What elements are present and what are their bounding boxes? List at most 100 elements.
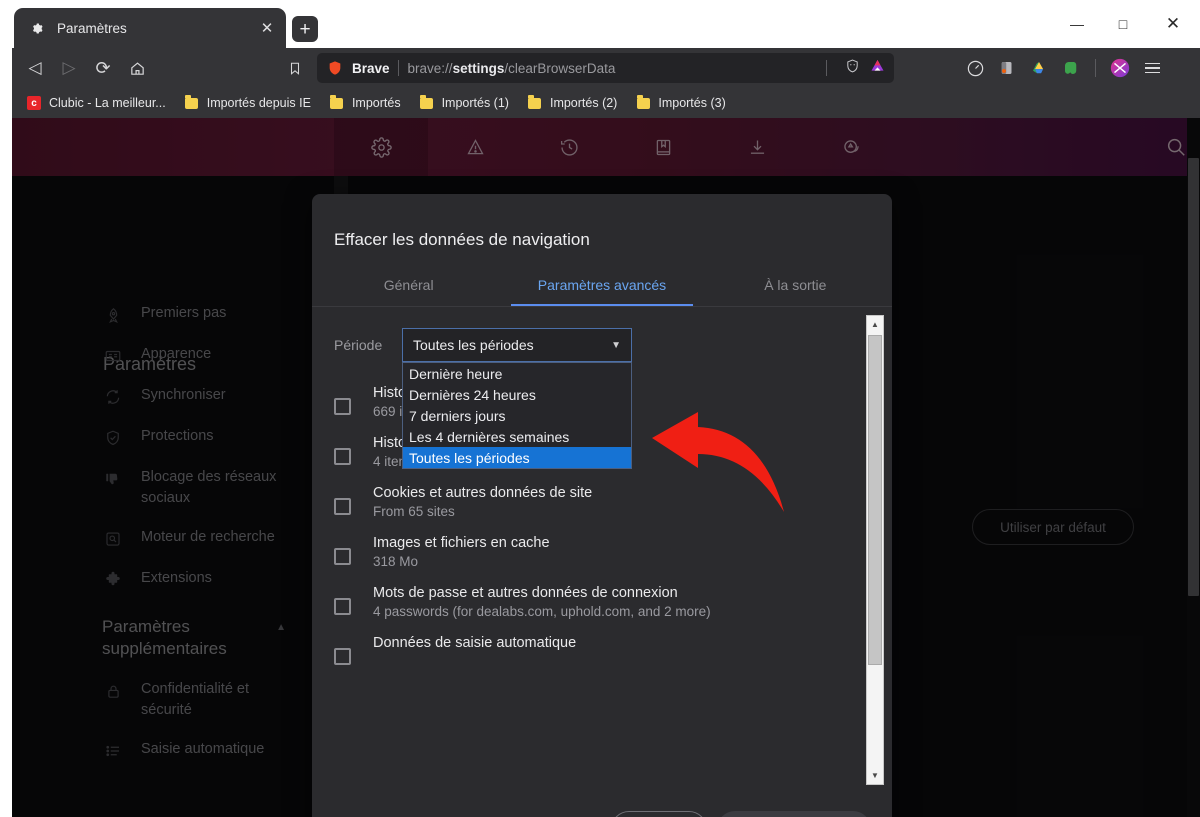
dialog-title: Effacer les données de navigation [334,230,590,249]
browser-tab-settings[interactable]: Paramètres ✕ [14,8,286,48]
window-controls: — □ ✕ [1054,0,1200,48]
time-range-row: Période Toutes les périodes ▼ [334,328,632,362]
folder-icon [329,95,345,111]
bookmark-item-clubic[interactable]: c Clubic - La meilleur... [18,91,174,115]
bookmark-star-icon[interactable] [278,51,312,85]
dialog-footer: Annuler Effacer les données [312,794,892,817]
title-bar: Paramètres ✕ + — □ ✕ [0,0,1200,48]
dialog-tabs: Général Paramètres avancés À la sortie [312,264,892,306]
item-title: Images et fichiers en cache [373,535,550,551]
bookmark-label: Importés depuis IE [206,96,311,110]
navigation-buttons: ◁ ▷ ⟳ [18,48,154,88]
tab-a-la-sortie[interactable]: À la sortie [699,264,892,306]
dialog-scrollbar-thumb[interactable] [868,335,882,665]
checkbox-historique-telechargements[interactable] [334,448,351,465]
cancel-button[interactable]: Annuler [611,811,707,817]
profile-avatar-icon[interactable] [1107,55,1133,81]
settings-page: ▶ ▶ Utiliser par défaut Utiliser les pag… [12,118,1200,817]
bookmarks-bar: c Clubic - La meilleur... Importés depui… [12,88,1200,118]
folder-icon [419,95,435,111]
scroll-down-button[interactable]: ▼ [867,767,883,784]
google-drive-icon[interactable] [1026,55,1052,81]
time-range-label: Période [334,337,383,353]
navigation-toolbar: ◁ ▷ ⟳ Brave brave://settings/clearBrowse [12,48,1200,88]
close-icon[interactable]: ✕ [256,17,278,39]
item-subtitle: From 65 sites [373,504,455,519]
tab-title: Paramètres [57,20,127,36]
clear-data-button[interactable]: Effacer les données [717,811,871,817]
omnibox-url: brave://settings/clearBrowserData [408,61,616,76]
time-range-dropdown-options[interactable]: Dernière heure Dernières 24 heures 7 der… [402,362,632,469]
url-bold: settings [452,60,505,76]
back-icon[interactable]: ◁ [18,51,52,85]
item-title: Mots de passe et autres données de conne… [373,585,678,601]
time-range-value: Toutes les périodes [413,337,534,353]
bookmark-label: Importés (3) [658,96,726,110]
bookmark-folder-importes[interactable]: Importés [321,91,409,115]
item-subtitle: 4 passwords (for dealabs.com, uphold.com… [373,604,711,619]
home-icon[interactable] [120,51,154,85]
checkbox-historique-navigation[interactable] [334,398,351,415]
list-item[interactable]: Mots de passe et autres données de conne… [312,577,864,627]
bookmark-label: Importés (2) [549,96,618,110]
checkbox-cookies[interactable] [334,498,351,515]
scroll-up-button[interactable]: ▲ [867,316,883,333]
tab-parametres-avances[interactable]: Paramètres avancés [505,264,698,306]
folder-icon [635,95,651,111]
bookmark-folder-importes-3[interactable]: Importés (3) [627,91,733,115]
window-close-button[interactable]: ✕ [1146,0,1200,48]
brave-rewards-icon[interactable] [869,58,886,79]
bookmark-folder-importes-1[interactable]: Importés (1) [411,91,517,115]
omnibox-divider [397,60,399,76]
item-title: Données de saisie automatique [373,635,577,651]
maximize-button[interactable]: □ [1100,0,1146,48]
tab-general[interactable]: Général [312,264,505,306]
bookmark-label: Importés (1) [441,96,509,110]
folder-icon [527,95,543,111]
clear-browsing-data-dialog: Effacer les données de navigation Généra… [312,194,892,817]
checkbox-cache[interactable] [334,548,351,565]
checkbox-saisie-automatique[interactable] [334,648,351,665]
omnibox-divider-2 [826,60,827,76]
forward-icon[interactable]: ▷ [52,51,86,85]
omnibox-brand-label: Brave [352,60,390,76]
gear-icon [28,20,45,37]
folder-icon [184,95,200,111]
hamburger-menu-icon[interactable] [1139,55,1165,81]
url-prefix: brave:// [407,60,453,76]
bookmark-label: Clubic - La meilleur... [49,96,166,110]
bookmark-label: Importés [351,96,401,110]
item-subtitle: 318 Mo [373,554,419,569]
dialog-scrollbar[interactable]: ▲ ▼ [866,315,884,785]
list-item[interactable]: Données de saisie automatique [312,627,864,673]
dialog-body: Période Toutes les périodes ▼ Historique… [312,307,892,794]
time-range-select[interactable]: Toutes les périodes ▼ [402,328,632,362]
speedometer-icon[interactable] [962,55,988,81]
reload-icon[interactable]: ⟳ [86,51,120,85]
option-dernieres-24-heures[interactable]: Dernières 24 heures [403,384,631,405]
minimize-button[interactable]: — [1054,0,1100,48]
address-bar[interactable]: Brave brave://settings/clearBrowserData [317,53,894,83]
chevron-down-icon: ▼ [611,339,621,351]
red-arrow-annotation [652,412,784,512]
toolbar-divider [1095,59,1096,77]
brave-shields-icon[interactable] [845,58,860,79]
clubic-favicon: c [26,95,42,111]
checkbox-mots-de-passe[interactable] [334,598,351,615]
brave-lion-icon [327,60,343,76]
url-suffix: /clearBrowserData [504,60,616,76]
omnibox-actions [826,58,886,79]
pocket-icon[interactable] [994,55,1020,81]
list-item[interactable]: Images et fichiers en cache 318 Mo [312,527,864,577]
new-tab-button[interactable]: + [292,16,318,42]
option-derniere-heure[interactable]: Dernière heure [403,363,631,384]
option-toutes-les-periodes[interactable]: Toutes les périodes [403,447,631,468]
option-4-dernieres-semaines[interactable]: Les 4 dernières semaines [403,426,631,447]
bookmark-folder-importes-ie[interactable]: Importés depuis IE [176,91,319,115]
evernote-icon[interactable] [1058,55,1084,81]
extension-toolbar [962,48,1165,88]
option-7-derniers-jours[interactable]: 7 derniers jours [403,405,631,426]
bookmark-folder-importes-2[interactable]: Importés (2) [519,91,625,115]
browser-window: Paramètres ✕ + — □ ✕ ◁ ▷ ⟳ Brave brave:/… [0,0,1200,817]
item-title: Cookies et autres données de site [373,485,593,501]
